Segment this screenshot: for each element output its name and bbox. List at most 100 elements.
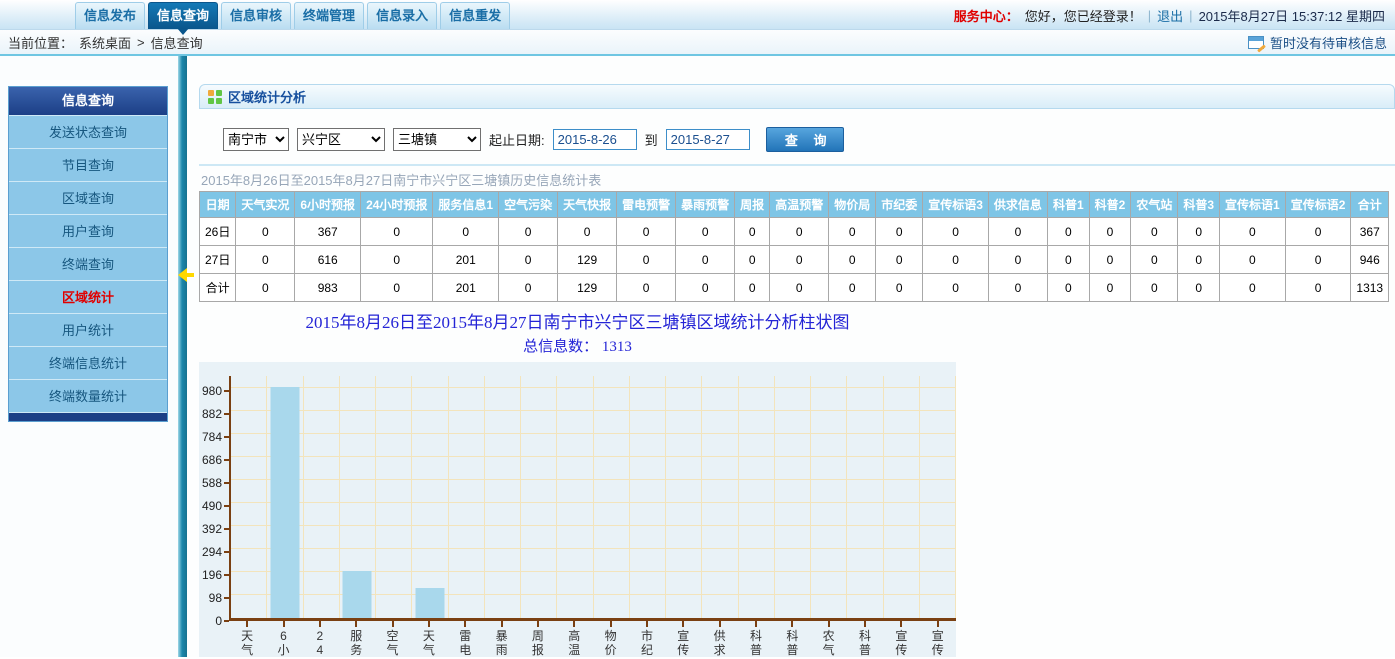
table-cell: 0 bbox=[735, 274, 770, 302]
chart-slot bbox=[630, 376, 666, 618]
breadcrumb: 当前位置： 系统桌面 > 信息查询 bbox=[8, 33, 203, 52]
table-cell: 0 bbox=[236, 274, 295, 302]
chart-plot-area bbox=[229, 376, 956, 621]
query-button[interactable]: 查 询 bbox=[766, 127, 844, 152]
x-tick-mark bbox=[464, 621, 466, 627]
chart-slot bbox=[376, 376, 412, 618]
nav-tabs: 信息发布信息查询信息审核终端管理信息录入信息重发 bbox=[75, 2, 510, 29]
table-cell: 0 bbox=[988, 218, 1047, 246]
table-cell: 0 bbox=[1220, 274, 1286, 302]
district-select[interactable]: 兴宁区 bbox=[297, 128, 385, 151]
table-cell: 0 bbox=[499, 218, 558, 246]
y-tick-label: 686 bbox=[202, 453, 222, 467]
table-cell: 201 bbox=[433, 246, 499, 274]
table-header-cell: 科普3 bbox=[1178, 192, 1220, 218]
query-form: 南宁市 兴宁区 三塘镇 起止日期: 到 查 询 bbox=[199, 109, 1395, 162]
table-cell: 0 bbox=[676, 218, 735, 246]
table-cell: 0 bbox=[876, 246, 923, 274]
chart-slot bbox=[231, 376, 267, 618]
table-cell: 26日 bbox=[200, 218, 236, 246]
chart-slot bbox=[594, 376, 630, 618]
x-tick-mark bbox=[428, 621, 430, 627]
datetime-display: 2015年8月27日 15:37:12 星期四 bbox=[1199, 6, 1385, 25]
table-header-cell: 24小时预报 bbox=[361, 192, 433, 218]
x-axis-label: 暴雨预警 bbox=[483, 621, 519, 657]
chart-subtitle: 总信息数： 1313 bbox=[199, 335, 956, 356]
x-axis-label: 周报 bbox=[520, 621, 556, 657]
x-axis-label: 24小时预报 bbox=[302, 621, 338, 657]
nav-tab[interactable]: 信息查询 bbox=[148, 2, 218, 29]
form-divider bbox=[199, 164, 1395, 166]
bar bbox=[270, 387, 299, 618]
table-cell: 0 bbox=[829, 274, 876, 302]
chart-x-axis: 天气实况6小时预报24小时预报服务信息1空气污染天气快报雷电预警暴雨预警周报高温… bbox=[229, 621, 956, 657]
sidebar-item[interactable]: 终端数量统计 bbox=[9, 379, 167, 412]
x-axis-label: 空气污染 bbox=[374, 621, 410, 657]
table-row: 27日06160201012900000000000000946 bbox=[200, 246, 1389, 274]
date-from-input[interactable] bbox=[553, 129, 637, 150]
nav-tab[interactable]: 信息发布 bbox=[75, 2, 145, 29]
grid-squares-icon bbox=[208, 90, 222, 104]
sidebar-item[interactable]: 区域统计 bbox=[9, 280, 167, 313]
x-tick-mark bbox=[646, 621, 648, 627]
sidebar-splitter[interactable] bbox=[178, 56, 187, 657]
logout-link[interactable]: 退出 bbox=[1157, 6, 1183, 25]
table-header-cell: 宣传标语1 bbox=[1220, 192, 1286, 218]
sidebar-item[interactable]: 终端信息统计 bbox=[9, 346, 167, 379]
x-tick-mark bbox=[355, 621, 357, 627]
sidebar-item[interactable]: 用户查询 bbox=[9, 214, 167, 247]
table-row: 26日0367000000000000000000367 bbox=[200, 218, 1389, 246]
table-row: 合计098302010129000000000000001313 bbox=[200, 274, 1389, 302]
table-cell: 0 bbox=[876, 274, 923, 302]
x-axis-label: 雷电预警 bbox=[447, 621, 483, 657]
main-content: 区域统计分析 南宁市 兴宁区 三塘镇 起止日期: 到 查 询 2015年8月26… bbox=[187, 56, 1395, 657]
chart-slot bbox=[340, 376, 376, 618]
service-center-label: 服务中心： bbox=[954, 6, 1019, 25]
table-header-cell: 天气快报 bbox=[558, 192, 617, 218]
nav-tab[interactable]: 信息重发 bbox=[440, 2, 510, 29]
table-header-cell: 周报 bbox=[735, 192, 770, 218]
table-cell: 0 bbox=[770, 274, 829, 302]
sidebar-item[interactable]: 区域查询 bbox=[9, 181, 167, 214]
town-select[interactable]: 三塘镇 bbox=[393, 128, 481, 151]
x-axis-label: 高温预警 bbox=[556, 621, 592, 657]
nav-tab[interactable]: 信息审核 bbox=[221, 2, 291, 29]
table-cell: 0 bbox=[236, 218, 295, 246]
date-to-input[interactable] bbox=[666, 129, 750, 150]
table-cell: 0 bbox=[829, 246, 876, 274]
table-header-cell: 宣传标语2 bbox=[1285, 192, 1351, 218]
chart-slot bbox=[485, 376, 521, 618]
table-cell: 0 bbox=[1178, 218, 1220, 246]
nav-tab[interactable]: 终端管理 bbox=[294, 2, 364, 29]
breadcrumb-home[interactable]: 系统桌面 bbox=[79, 33, 131, 52]
chart-slot bbox=[557, 376, 593, 618]
y-tick-label: 0 bbox=[215, 614, 222, 628]
x-tick-mark bbox=[246, 621, 248, 627]
bar-chart: 098196294392490588686784882980 天气实况6小时预报… bbox=[199, 362, 956, 657]
sidebar-item[interactable]: 发送状态查询 bbox=[9, 115, 167, 148]
stats-table-title: 2015年8月26日至2015年8月27日南宁市兴宁区三塘镇历史信息统计表 bbox=[201, 170, 1395, 189]
table-cell: 0 bbox=[676, 274, 735, 302]
y-tick-label: 392 bbox=[202, 522, 222, 536]
x-tick-mark bbox=[392, 621, 394, 627]
audit-note-icon bbox=[1248, 36, 1264, 49]
x-tick-mark bbox=[755, 621, 757, 627]
x-tick-mark bbox=[828, 621, 830, 627]
top-right-info: 服务中心： 您好，您已经登录！ | 退出 | 2015年8月27日 15:37:… bbox=[954, 0, 1385, 30]
table-cell: 201 bbox=[433, 274, 499, 302]
table-cell: 0 bbox=[1220, 246, 1286, 274]
panel-title: 区域统计分析 bbox=[228, 87, 306, 106]
chart-slot bbox=[847, 376, 883, 618]
nav-tab[interactable]: 信息录入 bbox=[367, 2, 437, 29]
sidebar-item[interactable]: 用户统计 bbox=[9, 313, 167, 346]
top-navigation: 信息发布信息查询信息审核终端管理信息录入信息重发 服务中心： 您好，您已经登录！… bbox=[0, 0, 1395, 30]
x-axis-label: 农气站 bbox=[811, 621, 847, 657]
city-select[interactable]: 南宁市 bbox=[223, 128, 289, 151]
collapse-arrow-icon[interactable] bbox=[171, 268, 187, 282]
table-cell: 0 bbox=[988, 246, 1047, 274]
sidebar-item[interactable]: 节目查询 bbox=[9, 148, 167, 181]
breadcrumb-current[interactable]: 信息查询 bbox=[151, 33, 203, 52]
x-axis-label: 宣传标语3 bbox=[665, 621, 701, 657]
sidebar-item[interactable]: 终端查询 bbox=[9, 247, 167, 280]
table-cell: 0 bbox=[361, 246, 433, 274]
